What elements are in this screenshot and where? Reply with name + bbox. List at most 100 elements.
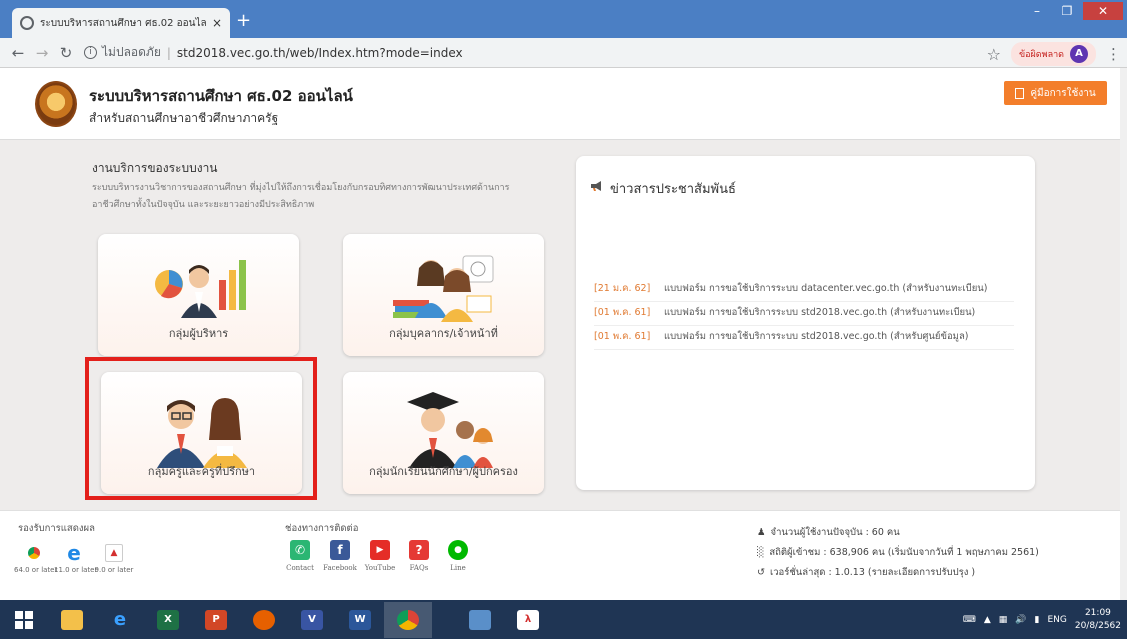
powerpoint-icon: P: [205, 609, 227, 630]
acrobat-icon: λ: [517, 609, 539, 630]
taskbar-excel[interactable]: X: [144, 602, 192, 638]
signal-icon: ░: [757, 547, 765, 558]
folder-icon: [61, 609, 83, 630]
version-row[interactable]: ↺ เวอร์ชั่นล่าสุด : 1.0.13 (รายละเอียดกา…: [757, 563, 1039, 583]
system-tray: ⌨ ▲ ▦ 🔊 ▮ ENG 21:09 20/8/2562: [963, 600, 1121, 639]
word-icon: W: [349, 609, 371, 630]
taskbar-explorer[interactable]: [48, 602, 96, 638]
volume-icon[interactable]: 🔊: [1015, 615, 1026, 625]
close-window-button[interactable]: ✕: [1083, 2, 1123, 20]
tray-expand-icon[interactable]: ▲: [984, 615, 991, 625]
site-stats: ♟ จำนวนผู้ใช้งานปัจจุบัน : 60 คน ░ สถิติ…: [757, 523, 1039, 583]
page-scrollbar[interactable]: [1120, 68, 1127, 600]
staff-illustration: [392, 255, 493, 322]
visitors-row: ░ สถิติผู้เข้าชม : 638,906 คน (เริ่มนับจ…: [757, 543, 1039, 563]
signal-tray-icon[interactable]: ▮: [1034, 615, 1039, 625]
page-content: ระบบบริหารสถานศึกษา ศธ.02 ออนไลน์ สำหรับ…: [0, 68, 1120, 600]
clock-time: 21:09: [1084, 607, 1111, 618]
news-text[interactable]: แบบฟอร์ม การขอใช้บริการระบบ std2018.vec.…: [664, 329, 1014, 345]
contact-caption: Facebook: [323, 564, 357, 572]
maximize-button[interactable]: ❐: [1053, 2, 1081, 20]
browser-caption: 9.0 or later: [94, 566, 134, 574]
question-icon: ?: [409, 540, 429, 560]
news-date: [01 พ.ค. 61]: [594, 331, 651, 342]
menu-kebab-icon[interactable]: ⋮: [1106, 45, 1121, 63]
info-icon[interactable]: i: [84, 46, 97, 59]
back-button[interactable]: ←: [6, 44, 30, 62]
news-item[interactable]: [21 ม.ค. 62] แบบฟอร์ม การขอใช้บริการระบบ…: [594, 278, 1014, 302]
news-title: ข่าวสารประชาสัมพันธ์: [610, 182, 736, 197]
forward-button[interactable]: →: [30, 44, 54, 62]
card-teachers[interactable]: กลุ่มครูและครูที่ปรึกษา: [101, 372, 302, 494]
taskbar-app[interactable]: [456, 602, 504, 638]
network-icon[interactable]: ▦: [999, 615, 1008, 625]
teachers-illustration: [156, 398, 247, 468]
site-header: ระบบบริหารสถานศึกษา ศธ.02 ออนไลน์ สำหรับ…: [0, 68, 1120, 140]
start-button[interactable]: [0, 602, 48, 638]
current-users-text: จำนวนผู้ใช้งานปัจจุบัน : 60 คน: [770, 527, 900, 538]
toolbar-right: ☆ ข้อผิดพลาด A ⋮: [987, 42, 1121, 66]
contact-youtube[interactable]: ▶ YouTube: [360, 540, 400, 572]
executives-illustration: [154, 260, 246, 318]
taskbar-word[interactable]: W: [336, 602, 384, 638]
address-bar[interactable]: i ไม่ปลอดภัย | std2018.vec.go.th/web/Ind…: [84, 43, 463, 62]
contact-caption: Contact: [286, 564, 314, 572]
site-title: ระบบบริหารสถานศึกษา ศธ.02 ออนไลน์: [89, 87, 353, 105]
version-text[interactable]: เวอร์ชั่นล่าสุด : 1.0.13 (รายละเอียดการป…: [770, 563, 975, 583]
card-students[interactable]: กลุ่มนักเรียนนักศึกษา/ผู้ปกครอง: [343, 372, 544, 494]
news-date: [01 พ.ค. 61]: [594, 307, 651, 318]
contact-phone[interactable]: ✆ Contact: [280, 540, 320, 572]
profile-avatar: A: [1070, 45, 1088, 63]
emblem-logo: [35, 81, 77, 127]
browser-caption: 11.0 or later: [54, 566, 98, 574]
keyboard-icon[interactable]: ⌨: [963, 615, 976, 625]
phone-icon: ✆: [290, 540, 310, 560]
browser-tabstrip: ระบบบริหารสถานศึกษา ศธ.02 ออนไล × + – ❐ …: [0, 0, 1127, 38]
taskbar-chrome[interactable]: [384, 601, 432, 638]
clock[interactable]: 21:09 20/8/2562: [1075, 607, 1121, 633]
firefox-icon: [253, 609, 275, 630]
visio-icon: V: [301, 609, 323, 630]
contact-title: ช่องทางการติดต่อ: [285, 523, 359, 534]
contact-caption: YouTube: [364, 564, 396, 572]
card-staff[interactable]: กลุ่มบุคลากร/เจ้าหน้าที่: [343, 234, 544, 356]
news-item[interactable]: [01 พ.ค. 61] แบบฟอร์ม การขอใช้บริการระบบ…: [594, 326, 1014, 350]
chrome-taskbar-icon: [397, 609, 419, 630]
card-executives-label: กลุ่มผู้บริหาร: [168, 327, 229, 340]
address-separator: |: [166, 45, 171, 60]
students-illustration: [406, 392, 493, 468]
reload-button[interactable]: ↻: [54, 44, 78, 62]
taskbar-firefox[interactable]: [240, 602, 288, 638]
bookmark-star-icon[interactable]: ☆: [987, 45, 1001, 64]
card-teachers-label: กลุ่มครูและครูที่ปรึกษา: [147, 465, 256, 478]
taskbar-acrobat[interactable]: λ: [504, 602, 552, 638]
taskbar-powerpoint[interactable]: P: [192, 602, 240, 638]
news-date: [21 ม.ค. 62]: [594, 283, 651, 294]
news-item[interactable]: [01 พ.ค. 61] แบบฟอร์ม การขอใช้บริการระบบ…: [594, 302, 1014, 326]
document-icon: [1015, 87, 1025, 99]
tab-close-button[interactable]: ×: [212, 16, 222, 30]
contact-line[interactable]: ● Line: [438, 540, 478, 572]
error-button[interactable]: ข้อผิดพลาด A: [1010, 42, 1096, 66]
browser-support-ie: e 11.0 or later: [54, 543, 98, 574]
taskbar-visio[interactable]: V: [288, 602, 336, 638]
browser-tab[interactable]: ระบบบริหารสถานศึกษา ศธ.02 ออนไล ×: [12, 8, 230, 38]
services-description: ระบบบริหารงานวิชาการของสถานศึกษา ที่มุ่ง…: [92, 183, 510, 210]
language-indicator[interactable]: ENG: [1047, 615, 1066, 625]
contact-facebook[interactable]: f Facebook: [320, 540, 360, 572]
minimize-button[interactable]: –: [1023, 2, 1051, 20]
youtube-icon: ▶: [370, 540, 390, 560]
supported-browsers-title: รองรับการแสดงผล: [18, 523, 95, 534]
new-tab-button[interactable]: +: [236, 10, 251, 31]
contact-caption: FAQs: [409, 564, 429, 572]
news-text[interactable]: แบบฟอร์ม การขอใช้บริการระบบ std2018.vec.…: [664, 305, 1014, 321]
card-executives[interactable]: กลุ่มผู้บริหาร: [98, 234, 299, 356]
card-students-label: กลุ่มนักเรียนนักศึกษา/ผู้ปกครอง: [369, 465, 518, 478]
ie-taskbar-icon: e: [113, 608, 127, 630]
news-text[interactable]: แบบฟอร์ม การขอใช้บริการระบบ datacenter.v…: [664, 281, 1014, 297]
contact-caption: Line: [450, 564, 466, 572]
contact-faqs[interactable]: ? FAQs: [399, 540, 439, 572]
taskbar-ie[interactable]: e: [96, 602, 144, 638]
manual-button[interactable]: คู่มือการใช้งาน: [1004, 81, 1107, 105]
excel-icon: X: [157, 609, 179, 630]
